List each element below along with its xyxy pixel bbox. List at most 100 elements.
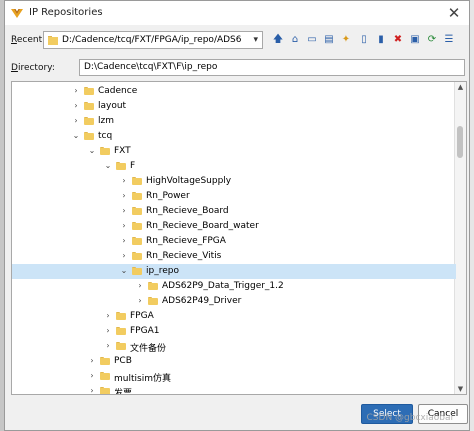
chevron-down-icon[interactable]: ⌄ <box>104 161 112 170</box>
directory-field[interactable]: D:\Cadence\tcq\FXT\F\ip_repo <box>79 59 465 76</box>
tree-item-label: FPGA <box>130 311 154 321</box>
tree-item-label: 文件备份 <box>130 344 167 354</box>
tree-row[interactable]: › HighVoltageSupply <box>12 174 456 189</box>
tree-item-label: HighVoltageSupply <box>146 176 232 186</box>
scrollbar-thumb[interactable] <box>457 126 463 158</box>
tree-row[interactable]: › Rn_Recieve_Board <box>12 204 456 219</box>
folder-icon <box>84 102 94 110</box>
chevron-right-icon[interactable]: › <box>120 221 128 230</box>
tree-row[interactable]: › Rn_Recieve_Board_water <box>12 219 456 234</box>
tree-row[interactable]: › 文件备份 <box>12 339 456 354</box>
chevron-down-icon[interactable]: ⌄ <box>72 131 80 140</box>
vivado-logo-icon <box>11 9 23 18</box>
chevron-right-icon[interactable]: › <box>72 86 80 95</box>
tree-row[interactable]: › 发票 <box>12 384 456 395</box>
ip-repositories-dialog: IP Repositories ✕ Recent: D:/Cadence/tcq… <box>4 0 470 431</box>
chevron-right-icon[interactable]: › <box>88 371 96 380</box>
chevron-right-icon[interactable]: › <box>120 191 128 200</box>
tree-row[interactable]: › Rn_Power <box>12 189 456 204</box>
network-folder-icon[interactable]: ▣ <box>408 32 422 48</box>
chevron-down-icon[interactable]: ⌄ <box>88 146 96 155</box>
folder-tree[interactable]: ▲ ▼ › Cadence › layout › lzm ⌄ tcq ⌄ FXT ⌄ F › HighVo… <box>11 81 467 395</box>
folder-icon <box>116 162 126 170</box>
desktop-icon[interactable]: ▭ <box>305 32 319 48</box>
directory-label-mnemonic: D <box>11 63 18 73</box>
tree-item-label: lzm <box>98 116 114 126</box>
chevron-right-icon[interactable]: › <box>136 296 144 305</box>
tree-item-label: F <box>130 161 136 171</box>
tree-row[interactable]: ⌄ F <box>12 159 456 174</box>
folder-icon <box>100 147 110 155</box>
details-view-icon[interactable]: ☰ <box>442 32 456 48</box>
tree-item-label: Rn_Recieve_FPGA <box>146 236 226 246</box>
new-folder-icon[interactable]: ▤ <box>322 32 336 48</box>
chevron-right-icon[interactable]: › <box>120 176 128 185</box>
home-icon[interactable]: ⌂ <box>288 32 302 48</box>
chevron-right-icon[interactable]: › <box>104 326 112 335</box>
recent-dropdown[interactable]: D:/Cadence/tcq/FXT/FPGA/ip_repo/ADS62P9.… <box>43 31 263 49</box>
document-icon[interactable]: ▯ <box>357 32 371 48</box>
folder-icon <box>116 312 126 320</box>
tree-row[interactable]: › Rn_Recieve_FPGA <box>12 234 456 249</box>
chevron-right-icon[interactable]: › <box>120 206 128 215</box>
tree-row[interactable]: ⌄ tcq <box>12 129 456 144</box>
tree-item-label: Rn_Power <box>146 191 190 201</box>
tree-row[interactable]: › lzm <box>12 114 456 129</box>
delete-icon[interactable]: ✖ <box>391 32 405 48</box>
tree-item-label: multisim仿真 <box>114 374 171 384</box>
tree-item-label: ADS62P9_Data_Trigger_1.2 <box>162 281 284 291</box>
chevron-right-icon[interactable]: › <box>88 386 96 394</box>
tree-item-label: FXT <box>114 146 131 156</box>
tree-row[interactable]: ⌄ FXT <box>12 144 456 159</box>
folder-icon <box>100 372 110 380</box>
tree-row[interactable]: ⌄ ip_repo <box>12 264 456 279</box>
scroll-down-icon[interactable]: ▼ <box>455 385 466 393</box>
chevron-right-icon[interactable]: › <box>104 341 112 350</box>
chevron-right-icon[interactable]: › <box>120 236 128 245</box>
tree-row[interactable]: › multisim仿真 <box>12 369 456 384</box>
chevron-right-icon[interactable]: › <box>136 281 144 290</box>
folder-icon <box>100 387 110 394</box>
chevron-down-icon[interactable]: ⌄ <box>120 266 128 275</box>
folder-icon <box>132 237 142 245</box>
tree-item-label: Rn_Recieve_Board <box>146 206 229 216</box>
tree-row[interactable]: › ADS62P9_Data_Trigger_1.2 <box>12 279 456 294</box>
tree-row[interactable]: › Rn_Recieve_Vitis <box>12 249 456 264</box>
tree-row[interactable]: › FPGA1 <box>12 324 456 339</box>
chevron-right-icon[interactable]: › <box>72 116 80 125</box>
folder-icon <box>116 327 126 335</box>
tree-row[interactable]: › Cadence <box>12 84 456 99</box>
new-document-icon[interactable]: ▮ <box>374 32 388 48</box>
tree-row[interactable]: › layout <box>12 99 456 114</box>
chevron-right-icon[interactable]: › <box>88 356 96 365</box>
folder-icon <box>132 177 142 185</box>
folder-icon <box>84 117 94 125</box>
recent-value: D:/Cadence/tcq/FXT/FPGA/ip_repo/ADS62P9.… <box>62 35 242 45</box>
folder-icon <box>84 87 94 95</box>
recent-label: Recent: <box>11 35 45 45</box>
chevron-right-icon[interactable]: › <box>104 311 112 320</box>
tree-row[interactable]: › PCB <box>12 354 456 369</box>
chevron-right-icon[interactable]: › <box>72 101 80 110</box>
recent-label-rest: ecent: <box>16 35 46 45</box>
chevron-down-icon[interactable]: ▾ <box>253 35 258 45</box>
directory-value: D:\Cadence\tcq\FXT\F\ip_repo <box>84 62 218 72</box>
tree-row[interactable]: › ADS62P49_Driver <box>12 294 456 309</box>
folder-icon <box>132 192 142 200</box>
vivado-project-icon[interactable]: ✦ <box>339 32 353 48</box>
folder-icon <box>116 342 126 350</box>
tree-item-label: 发票 <box>114 389 133 395</box>
up-arrow-icon[interactable]: 🡅 <box>271 32 285 48</box>
tree-item-label: tcq <box>98 131 113 141</box>
refresh-icon[interactable]: ⟳ <box>425 32 439 48</box>
scroll-up-icon[interactable]: ▲ <box>455 83 466 91</box>
watermark: CSDN @gbcxiaobai <box>366 413 453 423</box>
dialog-title: IP Repositories <box>29 7 103 18</box>
folder-icon <box>132 267 142 275</box>
close-icon[interactable]: ✕ <box>445 3 463 23</box>
chevron-right-icon[interactable]: › <box>120 251 128 260</box>
tree-row[interactable]: › FPGA <box>12 309 456 324</box>
folder-icon <box>148 297 158 305</box>
tree-item-label: ip_repo <box>146 266 179 276</box>
tree-item-label: Cadence <box>98 86 138 96</box>
